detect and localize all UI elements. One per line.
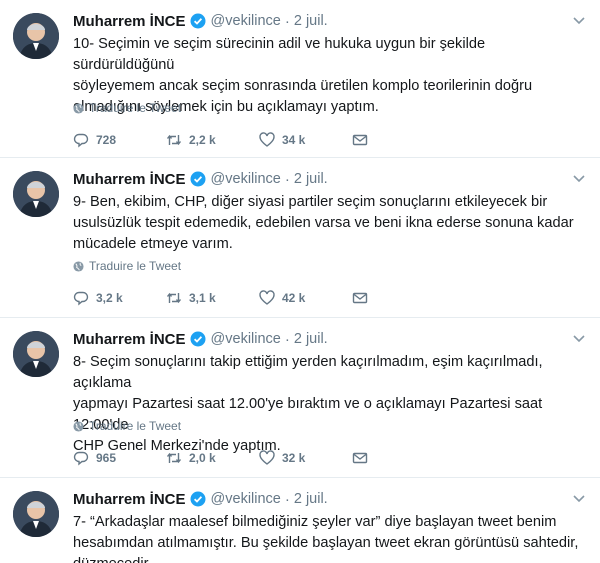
chevron-down-icon[interactable]: [572, 491, 586, 505]
tweet-actions: 728 2,2 k 34 k: [73, 132, 382, 148]
tweet-timestamp[interactable]: 2 juil.: [294, 331, 328, 347]
reply-icon: [73, 133, 89, 148]
separator-dot: ·: [284, 170, 290, 188]
avatar[interactable]: [13, 331, 59, 377]
like-count: 34 k: [282, 133, 306, 147]
translate-label: Traduire le Tweet: [89, 101, 182, 115]
retweet-button[interactable]: 2,0 k: [166, 450, 259, 466]
reply-icon: [73, 451, 89, 466]
direct-message-icon: [352, 134, 368, 146]
author-name[interactable]: Muharrem İNCE: [73, 171, 186, 188]
tweet-header: Muharrem İNCE @vekilince · 2 juil.: [73, 10, 328, 32]
verified-badge-icon: [190, 331, 206, 347]
globe-icon: [73, 420, 84, 432]
separator-dot: ·: [284, 12, 290, 30]
tweet-text: 8- Seçim sonuçlarını takip ettiğim yerde…: [73, 354, 543, 454]
author-handle[interactable]: @vekilince: [211, 491, 281, 507]
separator-dot: ·: [284, 330, 290, 348]
like-button[interactable]: 42 k: [259, 290, 352, 306]
tweet[interactable]: Muharrem İNCE @vekilince · 2 juil. 7- “A…: [0, 478, 600, 563]
direct-message-icon: [352, 292, 368, 304]
author-handle[interactable]: @vekilince: [211, 13, 281, 29]
author-name[interactable]: Muharrem İNCE: [73, 491, 186, 508]
tweet-actions: 3,2 k 3,1 k 42 k: [73, 290, 382, 306]
direct-message-button[interactable]: [352, 132, 382, 148]
direct-message-button[interactable]: [352, 450, 382, 466]
like-icon: [259, 132, 275, 147]
tweet-text: 9- Ben, ekibim, CHP, diğer siyasi partil…: [73, 194, 574, 252]
reply-button[interactable]: 965: [73, 450, 166, 466]
retweet-count: 3,1 k: [189, 291, 216, 305]
reply-button[interactable]: 728: [73, 132, 166, 148]
verified-badge-icon: [190, 491, 206, 507]
translate-link[interactable]: Traduire le Tweet: [73, 101, 181, 115]
author-name[interactable]: Muharrem İNCE: [73, 331, 186, 348]
chevron-down-icon[interactable]: [572, 331, 586, 345]
like-icon: [259, 450, 275, 465]
translate-label: Traduire le Tweet: [89, 259, 182, 273]
reply-icon: [73, 291, 89, 306]
tweet-timeline: Muharrem İNCE @vekilince · 2 juil. 10- S…: [0, 0, 600, 563]
tweet-header: Muharrem İNCE @vekilince · 2 juil.: [73, 168, 328, 190]
avatar[interactable]: [13, 491, 59, 537]
like-count: 32 k: [282, 451, 306, 465]
like-count: 42 k: [282, 291, 306, 305]
direct-message-icon: [352, 452, 368, 464]
translate-label: Traduire le Tweet: [89, 419, 182, 433]
tweet-header: Muharrem İNCE @vekilince · 2 juil.: [73, 328, 328, 350]
globe-icon: [73, 102, 84, 114]
tweet[interactable]: Muharrem İNCE @vekilince · 2 juil. 8- Se…: [0, 318, 600, 478]
like-icon: [259, 290, 275, 305]
separator-dot: ·: [284, 490, 290, 508]
verified-badge-icon: [190, 171, 206, 187]
tweet-text: 7- “Arkadaşlar maalesef bilmediğiniz şey…: [73, 514, 579, 563]
retweet-count: 2,0 k: [189, 451, 216, 465]
retweet-count: 2,2 k: [189, 133, 216, 147]
tweet[interactable]: Muharrem İNCE @vekilince · 2 juil. 9- Be…: [0, 158, 600, 318]
author-handle[interactable]: @vekilince: [211, 171, 281, 187]
translate-link[interactable]: Traduire le Tweet: [73, 259, 181, 273]
chevron-down-icon[interactable]: [572, 13, 586, 27]
like-button[interactable]: 34 k: [259, 132, 352, 148]
tweet[interactable]: Muharrem İNCE @vekilince · 2 juil. 10- S…: [0, 0, 600, 158]
retweet-button[interactable]: 2,2 k: [166, 132, 259, 148]
tweet-timestamp[interactable]: 2 juil.: [294, 491, 328, 507]
reply-count: 3,2 k: [96, 291, 123, 305]
avatar[interactable]: [13, 171, 59, 217]
author-name[interactable]: Muharrem İNCE: [73, 13, 186, 30]
direct-message-button[interactable]: [352, 290, 382, 306]
avatar[interactable]: [13, 13, 59, 59]
tweet-timestamp[interactable]: 2 juil.: [294, 171, 328, 187]
retweet-icon: [166, 134, 182, 146]
retweet-icon: [166, 292, 182, 304]
chevron-down-icon[interactable]: [572, 171, 586, 185]
tweet-actions: 965 2,0 k 32 k: [73, 450, 382, 466]
translate-link[interactable]: Traduire le Tweet: [73, 419, 181, 433]
author-handle[interactable]: @vekilince: [211, 331, 281, 347]
like-button[interactable]: 32 k: [259, 450, 352, 466]
tweet-header: Muharrem İNCE @vekilince · 2 juil.: [73, 488, 328, 510]
reply-count: 728: [96, 133, 117, 147]
retweet-icon: [166, 452, 182, 464]
verified-badge-icon: [190, 13, 206, 29]
reply-count: 965: [96, 451, 117, 465]
tweet-timestamp[interactable]: 2 juil.: [294, 13, 328, 29]
retweet-button[interactable]: 3,1 k: [166, 290, 259, 306]
globe-icon: [73, 260, 84, 272]
reply-button[interactable]: 3,2 k: [73, 290, 166, 306]
